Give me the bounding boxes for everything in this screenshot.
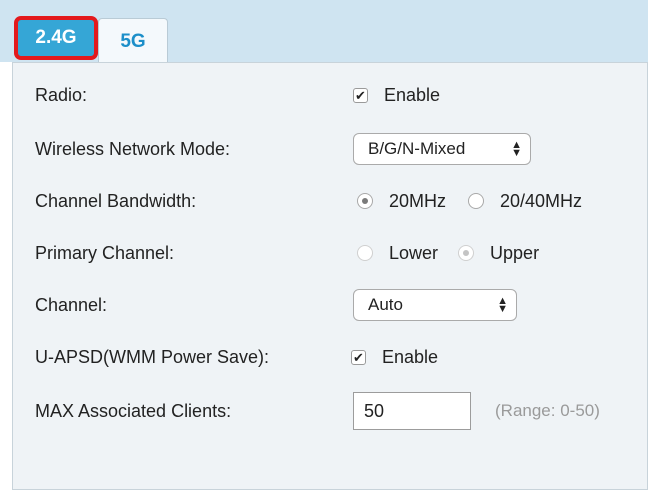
channel-value: Auto bbox=[368, 295, 403, 314]
max-clients-value: 50 bbox=[364, 400, 385, 421]
radio-enable-checkbox[interactable]: ✔ bbox=[353, 87, 368, 103]
primary-channel-label: Primary Channel: bbox=[35, 243, 175, 263]
bandwidth-20-40mhz-radio[interactable] bbox=[468, 193, 485, 209]
updown-arrows-icon: ▲ ▼ bbox=[497, 295, 508, 315]
bandwidth-20-40mhz-label: 20/40MHz bbox=[500, 190, 583, 211]
primary-lower-radio[interactable] bbox=[357, 245, 373, 261]
primary-upper-radio[interactable] bbox=[458, 245, 475, 261]
wireless-mode-value: B/G/N-Mixed bbox=[368, 139, 466, 158]
channel-row: Channel: Auto ▲ ▼ bbox=[13, 285, 648, 325]
max-clients-label: MAX Associated Clients: bbox=[35, 401, 232, 421]
tab-5g[interactable]: 5G bbox=[98, 18, 168, 64]
tab-2-4g[interactable]: 2.4G bbox=[14, 16, 98, 60]
wireless-settings-panel: Radio: ✔ Enable Wireless Network Mode: B… bbox=[12, 62, 648, 490]
channel-label: Channel: bbox=[35, 295, 108, 315]
bandwidth-20mhz-label: 20MHz bbox=[389, 190, 447, 211]
wireless-mode-label: Wireless Network Mode: bbox=[35, 139, 231, 159]
max-clients-range-hint: (Range: 0-50) bbox=[495, 401, 600, 420]
primary-channel-row: Primary Channel: Lower Upper bbox=[13, 233, 648, 273]
max-clients-row: MAX Associated Clients: 50 (Range: 0-50) bbox=[13, 389, 648, 433]
updown-arrows-icon: ▲ ▼ bbox=[511, 139, 522, 159]
uapsd-row: U-APSD(WMM Power Save): ✔ Enable bbox=[13, 337, 648, 377]
primary-upper-label: Upper bbox=[490, 242, 540, 263]
bandwidth-20mhz-radio[interactable] bbox=[357, 193, 373, 209]
radio-label: Radio: bbox=[35, 85, 88, 105]
channel-select[interactable]: Auto ▲ ▼ bbox=[353, 289, 517, 321]
channel-bandwidth-row: Channel Bandwidth: 20MHz 20/40MHz bbox=[13, 181, 648, 221]
radio-row: Radio: ✔ Enable bbox=[13, 75, 648, 115]
tab-bar: 2.4G 5G bbox=[0, 0, 648, 64]
wireless-mode-select[interactable]: B/G/N-Mixed ▲ ▼ bbox=[353, 133, 531, 165]
radio-enable-label: Enable bbox=[384, 84, 441, 105]
channel-bandwidth-label: Channel Bandwidth: bbox=[35, 191, 197, 211]
uapsd-enable-checkbox[interactable]: ✔ bbox=[351, 349, 366, 365]
primary-lower-label: Lower bbox=[389, 242, 439, 263]
uapsd-enable-label: Enable bbox=[382, 346, 439, 367]
max-clients-input[interactable]: 50 bbox=[353, 392, 471, 430]
wireless-mode-row: Wireless Network Mode: B/G/N-Mixed ▲ ▼ bbox=[13, 129, 648, 169]
uapsd-label: U-APSD(WMM Power Save): bbox=[35, 347, 270, 367]
